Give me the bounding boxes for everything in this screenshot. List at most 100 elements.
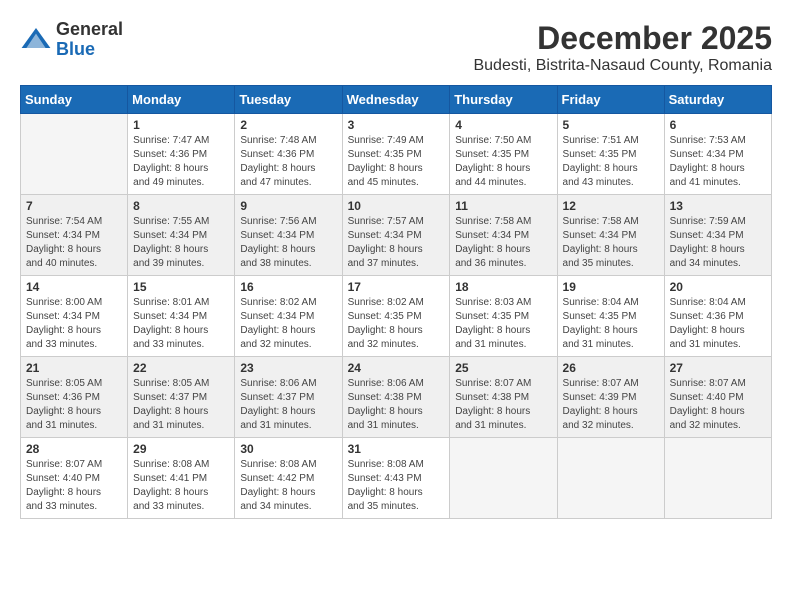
calendar-cell: 25 Sunrise: 8:07 AMSunset: 4:38 PMDayligh…	[450, 357, 557, 438]
day-number: 29	[133, 442, 229, 456]
logo-text: General Blue	[56, 20, 123, 60]
page-header: General Blue December 2025 Budesti, Bist…	[20, 20, 772, 75]
day-info: Sunrise: 8:07 AMSunset: 4:39 PMDaylight:…	[563, 377, 659, 433]
calendar-cell	[450, 438, 557, 519]
day-number: 8	[133, 199, 229, 213]
day-info: Sunrise: 8:00 AMSunset: 4:34 PMDaylight:…	[26, 296, 122, 352]
calendar-cell: 15 Sunrise: 8:01 AMSunset: 4:34 PMDayligh…	[128, 276, 235, 357]
calendar-header-row: SundayMondayTuesdayWednesdayThursdayFrid…	[21, 86, 772, 114]
day-info: Sunrise: 7:56 AMSunset: 4:34 PMDaylight:…	[240, 215, 336, 271]
calendar-table: SundayMondayTuesdayWednesdayThursdayFrid…	[20, 85, 772, 519]
calendar-cell: 3 Sunrise: 7:49 AMSunset: 4:35 PMDaylight…	[342, 114, 450, 195]
day-info: Sunrise: 8:05 AMSunset: 4:37 PMDaylight:…	[133, 377, 229, 433]
day-number: 23	[240, 361, 336, 375]
day-info: Sunrise: 8:07 AMSunset: 4:40 PMDaylight:…	[26, 458, 122, 514]
day-number: 28	[26, 442, 122, 456]
calendar-cell	[21, 114, 128, 195]
day-info: Sunrise: 8:01 AMSunset: 4:34 PMDaylight:…	[133, 296, 229, 352]
calendar-cell: 5Sunrise: 7:51 AMSunset: 4:35 PMDaylight…	[557, 114, 664, 195]
location-subtitle: Budesti, Bistrita-Nasaud County, Romania	[473, 57, 772, 75]
calendar-cell: 9 Sunrise: 7:56 AMSunset: 4:34 PMDaylight…	[235, 195, 342, 276]
day-number: 12	[563, 199, 659, 213]
day-number: 19	[563, 280, 659, 294]
day-header-thursday: Thursday	[450, 86, 557, 114]
calendar-cell: 26 Sunrise: 8:07 AMSunset: 4:39 PMDayligh…	[557, 357, 664, 438]
day-number: 15	[133, 280, 229, 294]
day-info: Sunrise: 8:06 AMSunset: 4:38 PMDaylight:…	[348, 377, 445, 433]
day-number: 26	[563, 361, 659, 375]
day-info: Sunrise: 7:54 AMSunset: 4:34 PMDaylight:…	[26, 215, 122, 271]
day-number: 9	[240, 199, 336, 213]
logo: General Blue	[20, 20, 123, 60]
calendar-cell: 19 Sunrise: 8:04 AMSunset: 4:35 PMDayligh…	[557, 276, 664, 357]
day-info: Sunrise: 8:08 AMSunset: 4:41 PMDaylight:…	[133, 458, 229, 514]
day-info: Sunrise: 8:04 AMSunset: 4:36 PMDaylight:…	[670, 296, 766, 352]
day-info: Sunrise: 8:04 AMSunset: 4:35 PMDaylight:…	[563, 296, 659, 352]
day-info: Sunrise: 8:08 AMSunset: 4:42 PMDaylight:…	[240, 458, 336, 514]
calendar-cell: 29 Sunrise: 8:08 AMSunset: 4:41 PMDayligh…	[128, 438, 235, 519]
day-info: Sunrise: 7:53 AMSunset: 4:34 PMDaylight:…	[670, 134, 766, 190]
calendar-cell: 16Sunrise: 8:02 AMSunset: 4:34 PMDayligh…	[235, 276, 342, 357]
day-number: 20	[670, 280, 766, 294]
calendar-cell: 10Sunrise: 7:57 AMSunset: 4:34 PMDayligh…	[342, 195, 450, 276]
calendar-cell: 11 Sunrise: 7:58 AMSunset: 4:34 PMDayligh…	[450, 195, 557, 276]
calendar-cell: 1Sunrise: 7:47 AMSunset: 4:36 PMDaylight…	[128, 114, 235, 195]
day-number: 13	[670, 199, 766, 213]
calendar-cell: 21Sunrise: 8:05 AMSunset: 4:36 PMDayligh…	[21, 357, 128, 438]
day-info: Sunrise: 7:55 AMSunset: 4:34 PMDaylight:…	[133, 215, 229, 271]
logo-general: General	[56, 19, 123, 39]
calendar-cell: 30 Sunrise: 8:08 AMSunset: 4:42 PMDayligh…	[235, 438, 342, 519]
day-number: 4	[455, 118, 551, 132]
day-header-sunday: Sunday	[21, 86, 128, 114]
calendar-cell: 20 Sunrise: 8:04 AMSunset: 4:36 PMDayligh…	[664, 276, 771, 357]
day-info: Sunrise: 7:57 AMSunset: 4:34 PMDaylight:…	[348, 215, 445, 271]
day-info: Sunrise: 7:58 AMSunset: 4:34 PMDaylight:…	[455, 215, 551, 271]
calendar-cell: 18Sunrise: 8:03 AMSunset: 4:35 PMDayligh…	[450, 276, 557, 357]
calendar-cell: 13 Sunrise: 7:59 AMSunset: 4:34 PMDayligh…	[664, 195, 771, 276]
calendar-cell: 14 Sunrise: 8:00 AMSunset: 4:34 PMDayligh…	[21, 276, 128, 357]
day-number: 2	[240, 118, 336, 132]
day-number: 7	[26, 199, 122, 213]
calendar-cell: 22 Sunrise: 8:05 AMSunset: 4:37 PMDayligh…	[128, 357, 235, 438]
day-info: Sunrise: 8:02 AMSunset: 4:35 PMDaylight:…	[348, 296, 445, 352]
day-header-friday: Friday	[557, 86, 664, 114]
calendar-cell: 24 Sunrise: 8:06 AMSunset: 4:38 PMDayligh…	[342, 357, 450, 438]
day-info: Sunrise: 7:59 AMSunset: 4:34 PMDaylight:…	[670, 215, 766, 271]
calendar-cell	[557, 438, 664, 519]
title-block: December 2025 Budesti, Bistrita-Nasaud C…	[473, 20, 772, 75]
day-info: Sunrise: 8:07 AMSunset: 4:38 PMDaylight:…	[455, 377, 551, 433]
calendar-week-row: 14 Sunrise: 8:00 AMSunset: 4:34 PMDayligh…	[21, 276, 772, 357]
calendar-cell: 17Sunrise: 8:02 AMSunset: 4:35 PMDayligh…	[342, 276, 450, 357]
day-number: 14	[26, 280, 122, 294]
day-header-wednesday: Wednesday	[342, 86, 450, 114]
day-number: 21	[26, 361, 122, 375]
calendar-week-row: 28 Sunrise: 8:07 AMSunset: 4:40 PMDayligh…	[21, 438, 772, 519]
day-number: 30	[240, 442, 336, 456]
day-number: 31	[348, 442, 445, 456]
calendar-cell: 28 Sunrise: 8:07 AMSunset: 4:40 PMDayligh…	[21, 438, 128, 519]
calendar-cell: 7 Sunrise: 7:54 AMSunset: 4:34 PMDaylight…	[21, 195, 128, 276]
logo-icon	[20, 24, 52, 56]
day-number: 3	[348, 118, 445, 132]
calendar-cell	[664, 438, 771, 519]
calendar-cell: 2Sunrise: 7:48 AMSunset: 4:36 PMDaylight…	[235, 114, 342, 195]
day-info: Sunrise: 8:06 AMSunset: 4:37 PMDaylight:…	[240, 377, 336, 433]
day-info: Sunrise: 8:02 AMSunset: 4:34 PMDaylight:…	[240, 296, 336, 352]
day-number: 25	[455, 361, 551, 375]
month-title: December 2025	[473, 20, 772, 57]
day-info: Sunrise: 7:47 AMSunset: 4:36 PMDaylight:…	[133, 134, 229, 190]
day-number: 24	[348, 361, 445, 375]
day-number: 11	[455, 199, 551, 213]
calendar-week-row: 1Sunrise: 7:47 AMSunset: 4:36 PMDaylight…	[21, 114, 772, 195]
logo-blue: Blue	[56, 39, 95, 59]
calendar-cell: 12 Sunrise: 7:58 AMSunset: 4:34 PMDayligh…	[557, 195, 664, 276]
day-number: 22	[133, 361, 229, 375]
day-header-saturday: Saturday	[664, 86, 771, 114]
calendar-week-row: 7 Sunrise: 7:54 AMSunset: 4:34 PMDaylight…	[21, 195, 772, 276]
day-header-tuesday: Tuesday	[235, 86, 342, 114]
day-info: Sunrise: 8:08 AMSunset: 4:43 PMDaylight:…	[348, 458, 445, 514]
calendar-cell: 27Sunrise: 8:07 AMSunset: 4:40 PMDayligh…	[664, 357, 771, 438]
day-info: Sunrise: 7:49 AMSunset: 4:35 PMDaylight:…	[348, 134, 445, 190]
day-info: Sunrise: 8:07 AMSunset: 4:40 PMDaylight:…	[670, 377, 766, 433]
day-info: Sunrise: 7:58 AMSunset: 4:34 PMDaylight:…	[563, 215, 659, 271]
